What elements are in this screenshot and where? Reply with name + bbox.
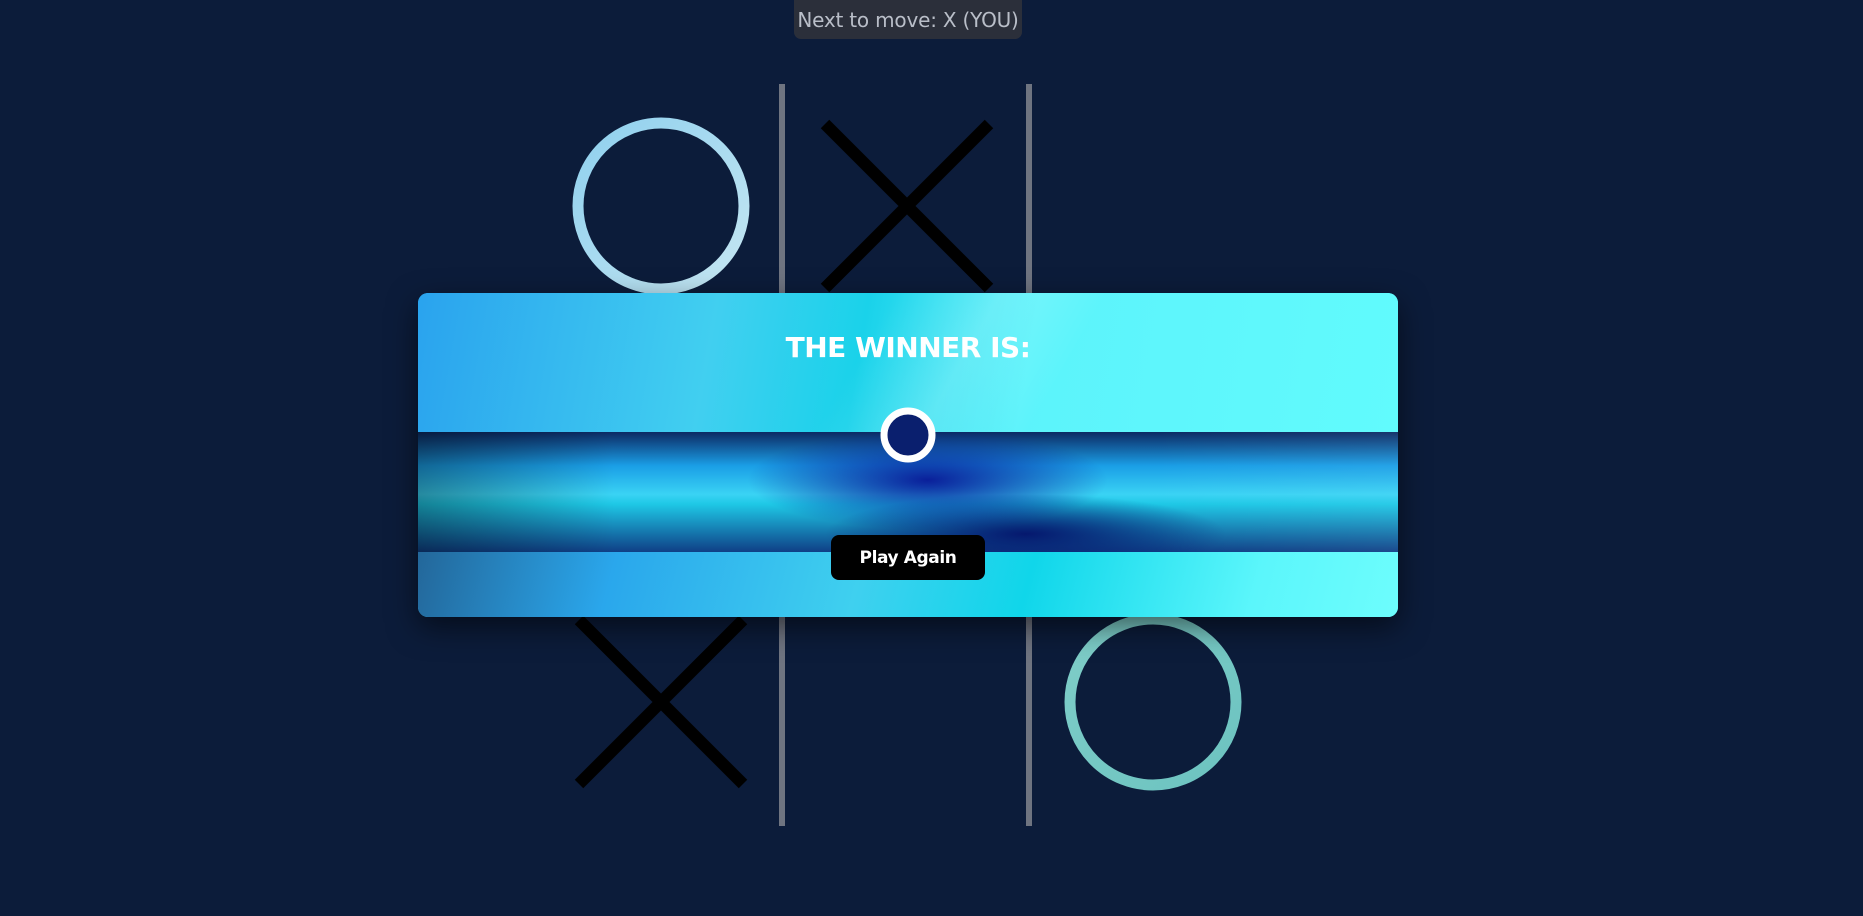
board-cell-1[interactable]	[807, 106, 1007, 306]
next-to-move-text: Next to move: X (YOU)	[797, 7, 1019, 32]
winner-title: THE WINNER IS:	[785, 331, 1031, 364]
o-mark-icon	[1064, 613, 1242, 791]
game-stage: Next to move: X (YOU) THE WINNER IS: Pla…	[0, 0, 1863, 916]
x-mark-icon	[820, 119, 994, 293]
status-indicator: Next to move: X (YOU)	[794, 0, 1022, 39]
board-cell-7[interactable]	[807, 602, 1007, 802]
board-cell-2[interactable]	[1053, 106, 1253, 306]
x-mark-icon	[574, 615, 748, 789]
o-mark-icon	[572, 117, 750, 295]
board-cell-0[interactable]	[561, 106, 761, 306]
board-cell-6[interactable]	[561, 602, 761, 802]
o-mark-icon	[879, 406, 937, 464]
board-cell-8[interactable]	[1053, 602, 1253, 802]
play-again-button[interactable]: Play Again	[831, 535, 985, 580]
winner-modal: THE WINNER IS: Play Again	[418, 293, 1398, 617]
